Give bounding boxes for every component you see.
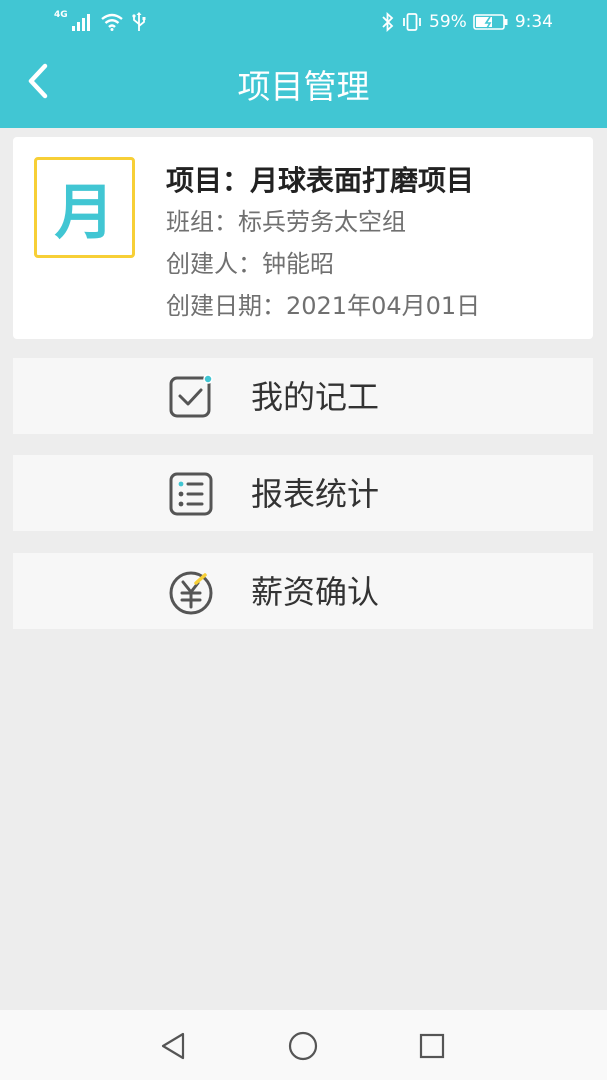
page-title: 项目管理: [237, 67, 370, 106]
menu-item-report-stats[interactable]: 报表统计: [13, 455, 593, 531]
status-left: 4G: [54, 9, 147, 35]
project-info: 项目：月球表面打磨项目 班组：标兵劳务太空组 创建人：钟能昭 创建日期：2021…: [166, 161, 586, 327]
menu-item-label: 我的记工: [251, 378, 380, 416]
bluetooth-icon: [382, 12, 394, 32]
battery-percent: 59%: [429, 12, 467, 32]
battery-charging-icon: [473, 14, 508, 30]
project-avatar: 月: [34, 157, 135, 258]
project-creator: 创建人：钟能昭: [166, 250, 334, 278]
menu-item-my-work-record[interactable]: 我的记工: [13, 358, 593, 434]
project-name: 项目：月球表面打磨项目: [166, 164, 475, 197]
app-header: 4G 59% 9:34 项目管理: [0, 0, 607, 128]
nav-home-button[interactable]: [283, 1026, 323, 1066]
project-card: 月 项目：月球表面打磨项目 班组：标兵劳务太空组 创建人：钟能昭 创建日期：20…: [13, 137, 593, 339]
clock: 9:34: [514, 12, 553, 32]
checkbox-icon: [169, 374, 213, 418]
nav-recents-button[interactable]: [412, 1026, 452, 1066]
list-icon: [169, 472, 213, 516]
yuan-icon: [169, 571, 213, 615]
usb-icon: [132, 12, 146, 31]
wifi-icon: [100, 13, 123, 31]
vibrate-icon: [403, 13, 421, 31]
system-nav-bar: [0, 1010, 607, 1080]
status-bar: 4G 59% 9:34: [0, 0, 607, 44]
square-recents-icon: [419, 1033, 445, 1059]
signal-icon: [71, 14, 90, 31]
menu-item-label: 薪资确认: [251, 573, 380, 611]
project-created-date: 创建日期：2021年04月01日: [166, 292, 481, 320]
triangle-back-icon: [161, 1032, 185, 1060]
project-team: 班组：标兵劳务太空组: [166, 208, 406, 236]
menu-item-label: 报表统计: [251, 475, 380, 513]
status-right: 59% 9:34: [381, 9, 553, 35]
circle-home-icon: [288, 1031, 318, 1061]
menu-item-salary-confirm[interactable]: 薪资确认: [13, 553, 593, 629]
nav-back-button[interactable]: [154, 1026, 194, 1066]
network-type: 4G: [54, 10, 68, 20]
